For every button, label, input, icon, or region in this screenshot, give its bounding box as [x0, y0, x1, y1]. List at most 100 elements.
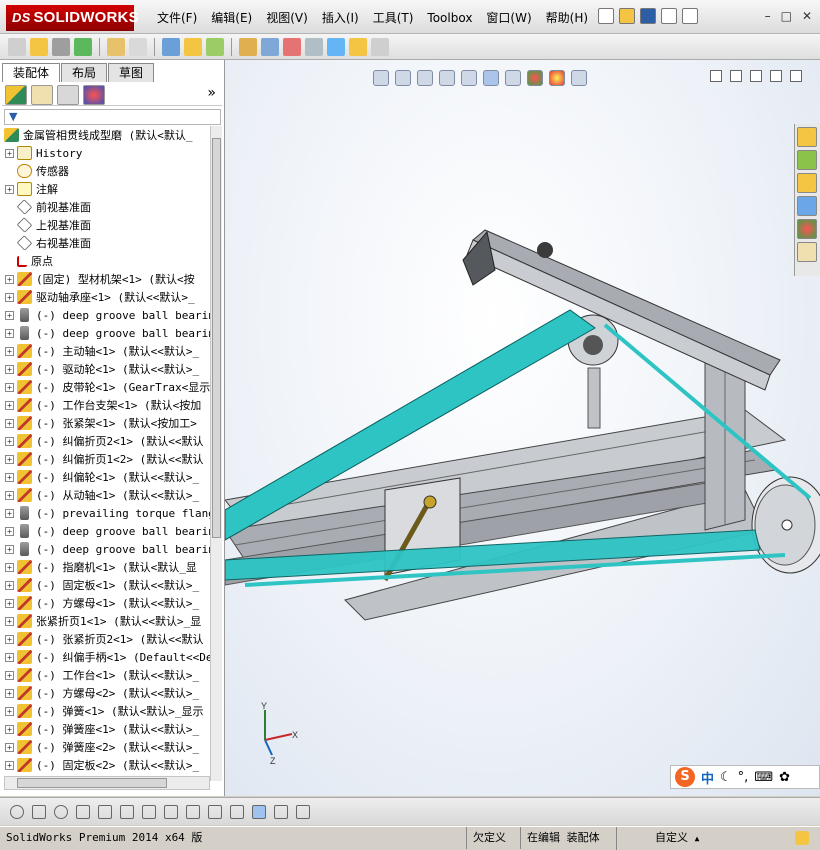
- tree-item[interactable]: 传感器: [0, 162, 210, 180]
- menu-help[interactable]: 帮助(H): [539, 10, 595, 26]
- angle-icon[interactable]: [230, 804, 244, 819]
- tab-sketch[interactable]: 草图: [108, 63, 155, 82]
- tree-item[interactable]: + (-) deep groove ball bearing: [0, 324, 210, 342]
- print-icon[interactable]: [661, 8, 677, 24]
- tree-item[interactable]: + (-) 驱动轮<1> (默认<<默认>_: [0, 360, 210, 378]
- file-explorer-icon[interactable]: [797, 173, 817, 193]
- tree-item[interactable]: + (-) 指磨机<1> (默认<默认_显: [0, 558, 210, 576]
- tree-item[interactable]: 上视基准面: [0, 216, 210, 234]
- tree-vertical-scrollbar[interactable]: [210, 126, 222, 781]
- smart-fasteners-icon[interactable]: [107, 37, 125, 56]
- tree-item[interactable]: 前视基准面: [0, 198, 210, 216]
- arc-icon[interactable]: [142, 804, 156, 819]
- interference-detection-icon[interactable]: [305, 37, 323, 56]
- restore-button[interactable]: □: [781, 9, 792, 23]
- tree-horizontal-scrollbar[interactable]: [4, 776, 210, 790]
- linear-pattern-icon[interactable]: [74, 37, 92, 56]
- ime-mode-label[interactable]: 中: [701, 768, 714, 787]
- tree-item[interactable]: + (-) 方螺母<1> (默认<<默认>_: [0, 594, 210, 612]
- expand-toggle-icon[interactable]: +: [5, 418, 14, 428]
- tree-item[interactable]: + (-) 纠偏手柄<1> (Default<<De: [0, 648, 210, 666]
- open-folder-icon[interactable]: [619, 8, 635, 24]
- expand-toggle-icon[interactable]: +: [5, 310, 14, 320]
- tree-item[interactable]: + (-) 弹簧座<2> (默认<<默认>_: [0, 738, 210, 756]
- expand-toggle-icon[interactable]: +: [5, 274, 14, 284]
- tree-item[interactable]: + History: [0, 144, 210, 162]
- tree-item[interactable]: + (-) prevailing torque flange: [0, 504, 210, 522]
- expand-toggle-icon[interactable]: +: [5, 562, 14, 572]
- tree-item[interactable]: + (-) 从动轴<1> (默认<<默认>_: [0, 486, 210, 504]
- tree-item[interactable]: + (固定) 型材机架<1> (默认<按: [0, 270, 210, 288]
- view-palette-icon[interactable]: [797, 196, 817, 216]
- close-button[interactable]: ✕: [802, 9, 812, 23]
- tree-item[interactable]: 右视基准面: [0, 234, 210, 252]
- display-manager-icon[interactable]: [83, 84, 105, 105]
- expand-toggle-icon[interactable]: +: [5, 508, 14, 518]
- tree-item[interactable]: + (-) deep groove ball bearing: [0, 522, 210, 540]
- tree-item[interactable]: + (-) 皮带轮<1> (GearTrax<显示: [0, 378, 210, 396]
- tree-filter[interactable]: ▼: [4, 109, 221, 125]
- solidworks-resources-icon[interactable]: [797, 127, 817, 147]
- point-icon[interactable]: [10, 804, 24, 819]
- tree-root[interactable]: 金属管相贯线成型磨 (默认<默认_: [0, 126, 210, 144]
- tree-item[interactable]: + (-) 主动轴<1> (默认<<默认>_: [0, 342, 210, 360]
- expand-toggle-icon[interactable]: +: [5, 472, 14, 482]
- shaded-display-icon[interactable]: [252, 804, 266, 819]
- expand-toggle-icon[interactable]: +: [5, 454, 14, 464]
- expand-toggle-icon[interactable]: +: [5, 760, 14, 770]
- expand-toggle-icon[interactable]: +: [5, 490, 14, 500]
- tree-item[interactable]: + (-) 张紧架<1> (默认<按加工>: [0, 414, 210, 432]
- mate-icon[interactable]: [52, 37, 70, 56]
- expand-toggle-icon[interactable]: +: [5, 652, 14, 662]
- tree-item[interactable]: + (-) 纠偏折页1<2> (默认<<默认: [0, 450, 210, 468]
- expand-toggle-icon[interactable]: +: [5, 292, 14, 302]
- menu-window[interactable]: 窗口(W): [479, 10, 538, 26]
- menu-toolbox[interactable]: Toolbox: [420, 10, 479, 26]
- expand-toggle-icon[interactable]: +: [5, 184, 14, 194]
- expand-toggle-icon[interactable]: +: [5, 670, 14, 680]
- property-manager-icon[interactable]: [31, 84, 53, 105]
- ime-settings-icon[interactable]: ✿: [779, 770, 790, 785]
- centerline-icon[interactable]: [120, 804, 134, 819]
- save-icon[interactable]: [640, 8, 656, 24]
- tree-item[interactable]: + (-) 张紧折页2<1> (默认<<默认: [0, 630, 210, 648]
- tree-item[interactable]: + (-) deep groove ball bearing: [0, 306, 210, 324]
- tree-item[interactable]: + (-) 弹簧<1> (默认<默认>_显示: [0, 702, 210, 720]
- expand-toggle-icon[interactable]: +: [5, 724, 14, 734]
- tree-item[interactable]: + (-) 工作台<1> (默认<<默认>_: [0, 666, 210, 684]
- clearance-verification-icon[interactable]: [327, 37, 345, 56]
- expand-toggle-icon[interactable]: +: [5, 346, 14, 356]
- hole-alignment-icon[interactable]: [349, 37, 367, 56]
- table-icon[interactable]: [296, 804, 310, 819]
- assembly-model[interactable]: [225, 60, 820, 796]
- status-units[interactable]: 自定义 ▲: [616, 827, 736, 850]
- trim-icon[interactable]: [98, 804, 112, 819]
- assembly-features-icon[interactable]: [184, 37, 202, 56]
- custom-properties-icon[interactable]: [797, 242, 817, 262]
- expand-toggle-icon[interactable]: +: [5, 544, 14, 554]
- menu-edit[interactable]: 编辑(E): [204, 10, 259, 26]
- expand-toggle-icon[interactable]: +: [5, 400, 14, 410]
- help-question-icon[interactable]: [682, 8, 698, 24]
- expand-toggle-icon[interactable]: +: [5, 328, 14, 338]
- menu-file[interactable]: 文件(F): [150, 10, 204, 26]
- tree-item[interactable]: + (-) 方螺母<2> (默认<<默认>_: [0, 684, 210, 702]
- expand-toggle-icon[interactable]: +: [5, 526, 14, 536]
- menu-insert[interactable]: 插入(I): [315, 10, 366, 26]
- show-hidden-icon[interactable]: [162, 37, 180, 56]
- tab-assembly[interactable]: 装配体: [2, 63, 61, 82]
- expand-toggle-icon[interactable]: +: [5, 382, 14, 392]
- expand-toggle-icon[interactable]: +: [5, 436, 14, 446]
- tree-item[interactable]: + (-) 纠偏折页2<1> (默认<<默认: [0, 432, 210, 450]
- reference-geometry-icon[interactable]: [206, 37, 224, 56]
- menu-view[interactable]: 视图(V): [259, 10, 315, 26]
- edit-component-icon[interactable]: [8, 37, 26, 56]
- grid-icon[interactable]: [208, 804, 222, 819]
- expand-toggle-icon[interactable]: +: [5, 580, 14, 590]
- expand-toggle-icon[interactable]: +: [5, 364, 14, 374]
- appearances-icon[interactable]: [797, 219, 817, 239]
- punctuation-icon[interactable]: °,: [738, 770, 749, 785]
- move-component-icon[interactable]: [129, 37, 147, 56]
- expand-toggle-icon[interactable]: +: [5, 742, 14, 752]
- tree-item[interactable]: + (-) 固定板<2> (默认<<默认>_: [0, 756, 210, 774]
